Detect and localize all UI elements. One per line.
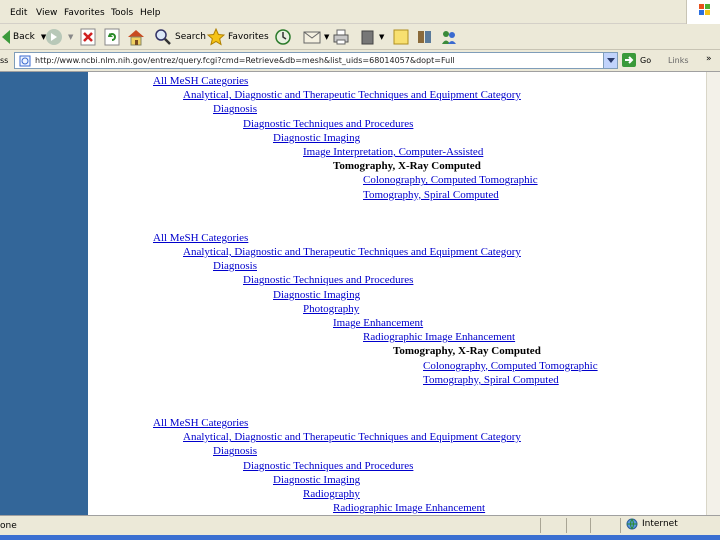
tree-link[interactable]: Analytical, Diagnostic and Therapeutic T…: [183, 431, 521, 444]
mail-icon: [303, 31, 321, 44]
messenger-icon: [442, 31, 456, 44]
research-icon: [418, 31, 431, 43]
current-term: Tomography, X-Ray Computed: [333, 160, 481, 173]
address-bar: ss http://www.ncbi.nlm.nih.gov/entrez/qu…: [0, 50, 720, 72]
tree-link[interactable]: Diagnosis: [213, 103, 257, 116]
mail-button[interactable]: ▼: [302, 27, 329, 47]
tree-link[interactable]: Photography: [303, 303, 359, 316]
star-icon: [207, 28, 225, 46]
refresh-button[interactable]: [104, 27, 120, 47]
history-button[interactable]: [274, 27, 292, 47]
current-term: Tomography, X-Ray Computed: [393, 345, 541, 358]
research-button[interactable]: [416, 27, 434, 47]
history-icon: [275, 29, 291, 45]
refresh-icon: [104, 28, 120, 46]
tree-link[interactable]: Radiographic Image Enhancement: [363, 331, 515, 344]
tree-link[interactable]: Diagnostic Imaging: [273, 289, 360, 302]
tree-link[interactable]: Diagnosis: [213, 445, 257, 458]
vertical-scrollbar[interactable]: [706, 72, 720, 515]
back-arrow-icon: [2, 30, 10, 44]
page-icon: [19, 55, 31, 67]
chevron-down-icon: [606, 57, 615, 63]
status-text: one: [0, 521, 17, 531]
discuss-button[interactable]: [392, 27, 410, 47]
edit-button[interactable]: ▼: [360, 27, 384, 47]
tree-link[interactable]: All MeSH Categories: [153, 75, 248, 88]
forward-dropdown-icon[interactable]: ▼: [68, 33, 73, 41]
windows-flag-icon: [686, 0, 720, 24]
tree-link[interactable]: Radiographic Image Enhancement: [333, 502, 485, 515]
page-sidebar: [0, 72, 88, 515]
home-button[interactable]: [126, 27, 146, 47]
status-divider: [540, 518, 541, 533]
tree-link[interactable]: Diagnostic Techniques and Procedures: [243, 118, 413, 131]
status-divider: [566, 518, 567, 533]
tree-link[interactable]: Diagnostic Imaging: [273, 474, 360, 487]
address-url: http://www.ncbi.nlm.nih.gov/entrez/query…: [35, 56, 455, 65]
tree-link[interactable]: Analytical, Diagnostic and Therapeutic T…: [183, 89, 521, 102]
menu-favorites[interactable]: Favorites: [64, 8, 105, 18]
tree-link[interactable]: Radiography: [303, 488, 360, 501]
forward-button[interactable]: ▼: [44, 27, 73, 47]
toolbar: Back ▼ ▼ Search Favorites ▼ ▼: [0, 24, 720, 50]
mail-dropdown-icon[interactable]: ▼: [324, 33, 329, 41]
taskbar-strip: [0, 535, 720, 540]
tree-link[interactable]: Analytical, Diagnostic and Therapeutic T…: [183, 246, 521, 259]
menu-edit[interactable]: Edit: [10, 8, 27, 18]
tree-link[interactable]: Colonography, Computed Tomographic: [363, 174, 538, 187]
links-label[interactable]: Links: [668, 56, 689, 65]
tree-link[interactable]: Image Enhancement: [333, 317, 423, 330]
search-button[interactable]: Search: [154, 27, 206, 47]
go-arrow-icon: [622, 53, 636, 67]
search-icon: [155, 29, 171, 45]
tree-link[interactable]: All MeSH Categories: [153, 232, 248, 245]
address-label: ss: [0, 56, 9, 65]
tree-link[interactable]: Tomography, Spiral Computed: [363, 189, 499, 202]
tree-link[interactable]: All MeSH Categories: [153, 417, 248, 430]
status-divider: [590, 518, 591, 533]
tree-link[interactable]: Diagnostic Imaging: [273, 132, 360, 145]
go-button[interactable]: Go: [622, 53, 651, 67]
favorites-button[interactable]: Favorites: [207, 27, 269, 47]
print-button[interactable]: [332, 27, 350, 47]
menu-view[interactable]: View: [36, 8, 57, 18]
messenger-button[interactable]: [440, 27, 458, 47]
stop-button[interactable]: [80, 27, 96, 47]
tree-link[interactable]: Image Interpretation, Computer-Assisted: [303, 146, 483, 159]
forward-arrow-icon: [46, 29, 62, 45]
tree-link[interactable]: Colonography, Computed Tomographic: [423, 360, 598, 373]
tree-link[interactable]: Tomography, Spiral Computed: [423, 374, 559, 387]
chevron-right-icon[interactable]: »: [706, 54, 712, 64]
menu-tools[interactable]: Tools: [111, 8, 133, 18]
edit-dropdown-icon[interactable]: ▼: [379, 33, 384, 41]
edit-page-icon: [361, 30, 374, 45]
tree-link[interactable]: Diagnosis: [213, 260, 257, 273]
stop-icon: [80, 28, 96, 46]
status-divider: [620, 518, 621, 533]
notes-icon: [393, 29, 409, 45]
printer-icon: [333, 29, 349, 45]
home-icon: [128, 30, 144, 46]
status-bar: one Internet: [0, 515, 720, 535]
address-dropdown-button[interactable]: [603, 53, 617, 68]
security-zone: Internet: [626, 518, 678, 530]
mesh-tree-content: All MeSH Categories Analytical, Diagnosti…: [88, 72, 706, 515]
menu-help[interactable]: Help: [140, 8, 161, 18]
tree-link[interactable]: Diagnostic Techniques and Procedures: [243, 460, 413, 473]
zone-label: Internet: [642, 519, 678, 529]
back-button[interactable]: Back ▼: [0, 27, 46, 47]
address-input[interactable]: http://www.ncbi.nlm.nih.gov/entrez/query…: [14, 52, 618, 69]
tree-link[interactable]: Diagnostic Techniques and Procedures: [243, 274, 413, 287]
go-label: Go: [640, 55, 652, 65]
globe-icon: [626, 518, 638, 530]
menu-bar: Edit View Favorites Tools Help: [0, 0, 720, 24]
